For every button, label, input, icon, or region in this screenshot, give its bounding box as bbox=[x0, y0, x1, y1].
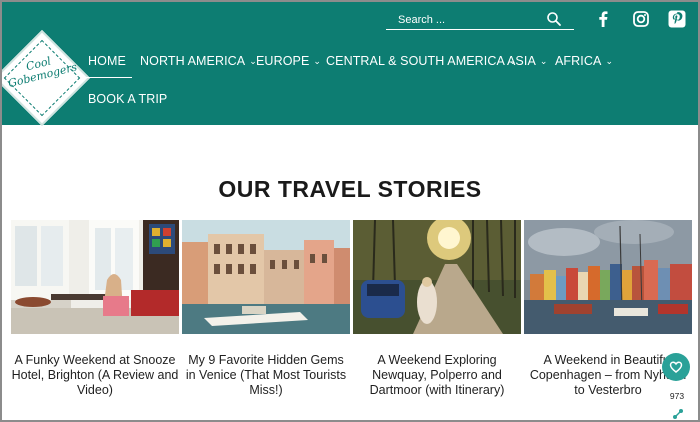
story-thumbnail[interactable] bbox=[182, 220, 350, 334]
nav-home[interactable]: HOME bbox=[88, 54, 126, 68]
pinterest-icon[interactable] bbox=[666, 8, 688, 30]
nav-home-underline bbox=[84, 77, 132, 78]
nav-asia[interactable]: ASIA ⌄ bbox=[507, 54, 548, 68]
nav-africa-label: AFRICA bbox=[555, 54, 602, 68]
story-thumbnail[interactable] bbox=[353, 216, 521, 334]
nav-asia-label: ASIA bbox=[507, 54, 536, 68]
nav-central-south-america-label: CENTRAL & SOUTH AMERICA bbox=[326, 54, 505, 68]
share-icon[interactable] bbox=[671, 407, 685, 421]
search-icon[interactable] bbox=[546, 11, 562, 27]
search-input[interactable] bbox=[398, 12, 548, 28]
chevron-down-icon: ⌄ bbox=[539, 56, 548, 66]
nav-north-america-label: NORTH AMERICA bbox=[140, 54, 246, 68]
search-bar bbox=[386, 10, 574, 30]
section-title: OUR TRAVEL STORIES bbox=[218, 176, 482, 202]
nav-book-a-trip-label: BOOK A TRIP bbox=[88, 92, 168, 106]
nav-europe[interactable]: EUROPE ⌄ bbox=[256, 54, 321, 68]
nav-north-america[interactable]: NORTH AMERICA ⌄ bbox=[140, 54, 257, 68]
facebook-icon[interactable] bbox=[592, 8, 614, 30]
nav-europe-label: EUROPE bbox=[256, 54, 310, 68]
story-card[interactable]: A Weekend Exploring Newquay, Polperro an… bbox=[353, 216, 521, 398]
nav-central-south-america[interactable]: CENTRAL & SOUTH AMERICA ⌄ bbox=[326, 54, 517, 68]
nav-africa[interactable]: AFRICA ⌄ bbox=[555, 54, 613, 68]
nav-book-a-trip[interactable]: BOOK A TRIP bbox=[88, 92, 167, 106]
favorite-button[interactable] bbox=[662, 353, 690, 381]
nav-home-label: HOME bbox=[88, 54, 126, 68]
chevron-down-icon: ⌄ bbox=[605, 56, 614, 66]
heart-icon bbox=[669, 361, 683, 373]
story-title[interactable]: A Weekend Exploring Newquay, Polperro an… bbox=[353, 353, 521, 398]
story-card[interactable]: A Funky Weekend at Snooze Hotel, Brighto… bbox=[11, 220, 179, 398]
story-title[interactable]: My 9 Favorite Hidden Gems in Venice (Tha… bbox=[182, 353, 350, 398]
instagram-icon[interactable] bbox=[630, 8, 652, 30]
story-thumbnail[interactable] bbox=[11, 220, 179, 334]
story-card[interactable]: My 9 Favorite Hidden Gems in Venice (Tha… bbox=[182, 220, 350, 398]
story-thumbnail[interactable] bbox=[524, 220, 692, 334]
story-title[interactable]: A Funky Weekend at Snooze Hotel, Brighto… bbox=[11, 353, 179, 398]
chevron-down-icon: ⌄ bbox=[313, 56, 322, 66]
favorite-count: 973 bbox=[669, 391, 685, 401]
